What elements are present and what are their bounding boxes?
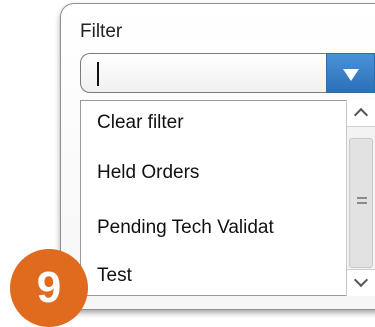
option-test[interactable]: Test — [97, 265, 132, 287]
filter-input[interactable] — [80, 53, 326, 93]
step-number-badge: 9 — [10, 249, 88, 327]
filter-label: Filter — [80, 21, 123, 42]
grip-icon — [357, 202, 367, 204]
scroll-down-button[interactable] — [347, 269, 375, 296]
scrollbar-thumb[interactable] — [349, 138, 373, 268]
filter-options-list: Clear filter Held Orders Pending Tech Va… — [80, 100, 375, 296]
triangle-down-icon — [343, 69, 359, 81]
text-cursor — [97, 62, 99, 86]
dropdown-toggle-button[interactable] — [326, 53, 375, 93]
option-clear-filter[interactable]: Clear filter — [97, 112, 184, 134]
chevron-down-icon — [353, 272, 369, 288]
filter-dropdown-callout: Filter Clear filter Held Orders Pending … — [0, 0, 375, 327]
scroll-up-button[interactable] — [347, 100, 375, 127]
list-scrollbar[interactable] — [346, 100, 375, 296]
chevron-up-icon — [353, 107, 369, 123]
option-held-orders[interactable]: Held Orders — [97, 162, 199, 184]
grip-icon — [357, 197, 367, 199]
option-pending-tech-validation[interactable]: Pending Tech Validat — [97, 217, 274, 239]
